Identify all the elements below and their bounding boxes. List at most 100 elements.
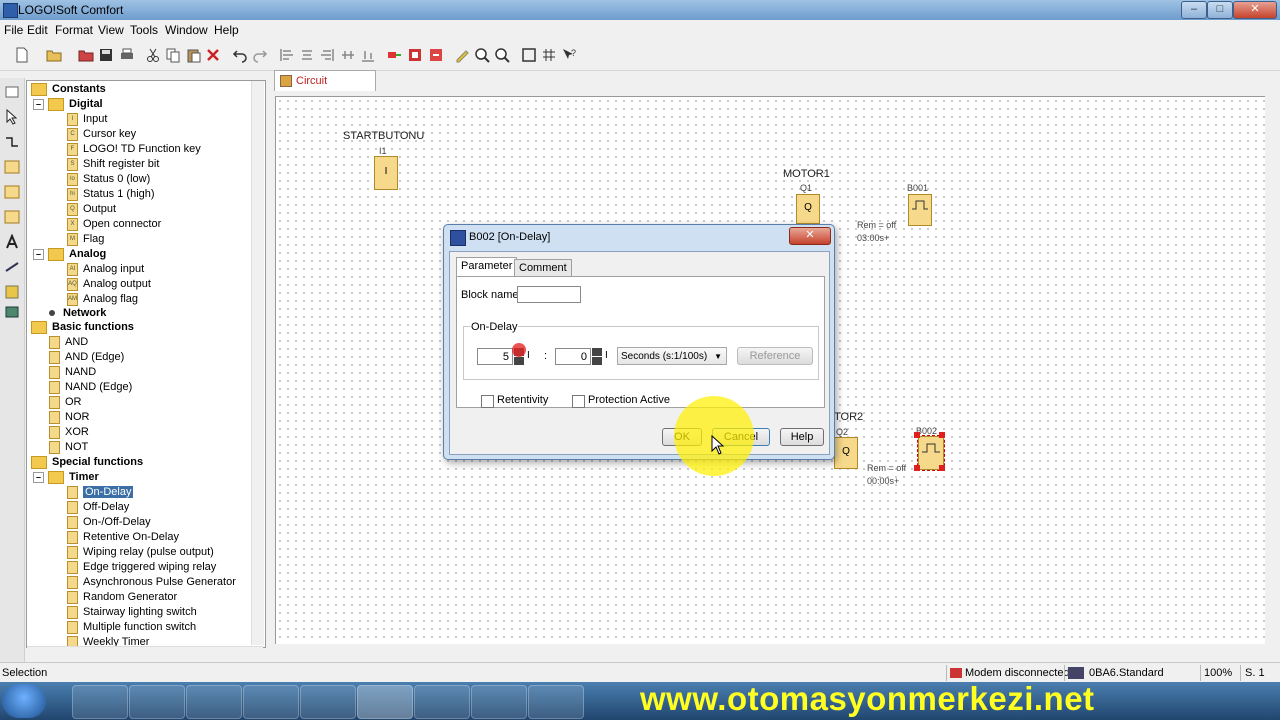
maximize-button[interactable]: □ xyxy=(1207,1,1233,19)
selection-handle[interactable] xyxy=(939,432,945,438)
cut-connector-icon[interactable] xyxy=(4,259,20,275)
menu-edit[interactable]: Edit xyxy=(27,23,48,37)
time-fraction-input[interactable]: 0 xyxy=(555,348,591,365)
tree-timer-item[interactable]: Asynchronous Pulse Generator xyxy=(67,575,236,590)
simulation-icon[interactable] xyxy=(428,47,444,63)
connector-icon[interactable] xyxy=(4,134,20,150)
tree-analog[interactable]: – Analog xyxy=(33,247,106,262)
ie-icon[interactable] xyxy=(243,685,299,719)
tree-digital-item[interactable]: X Open connector xyxy=(67,217,161,232)
protection-checkbox[interactable] xyxy=(572,395,585,408)
tree-digital-item[interactable]: M Flag xyxy=(67,232,104,247)
tree-timer-item[interactable]: Multiple function switch xyxy=(67,620,196,635)
canvas-horizontal-scrollbar[interactable] xyxy=(275,644,1278,657)
collapse-icon[interactable]: – xyxy=(33,248,44,260)
menu-view[interactable]: View xyxy=(98,23,124,37)
app2-icon[interactable] xyxy=(471,685,527,719)
tree-basic-item[interactable]: NOT xyxy=(49,440,88,455)
selection-handle[interactable] xyxy=(914,432,920,438)
retentivity-checkbox[interactable] xyxy=(481,395,494,408)
tree-basic-item[interactable]: AND (Edge) xyxy=(49,350,124,365)
tree-basic-item[interactable]: NAND (Edge) xyxy=(49,380,132,395)
input-block-i1[interactable]: I xyxy=(374,156,398,190)
fit-icon[interactable] xyxy=(521,47,537,63)
tree-basic-functions[interactable]: Basic functions xyxy=(31,320,134,335)
tree-network[interactable]: Network xyxy=(49,306,106,321)
collapse-icon[interactable]: – xyxy=(33,471,44,483)
tab-parameter[interactable]: Parameter xyxy=(456,257,518,276)
selection-handle[interactable] xyxy=(914,465,920,471)
help-icon[interactable]: ? xyxy=(561,47,577,63)
undo-icon[interactable] xyxy=(232,47,248,63)
select-arrow-icon[interactable] xyxy=(4,109,20,125)
tree-digital-item[interactable]: hi Status 1 (high) xyxy=(67,187,155,202)
cut-icon[interactable] xyxy=(145,47,161,63)
page-icon[interactable] xyxy=(4,84,20,100)
explorer-icon[interactable] xyxy=(72,685,128,719)
menu-format[interactable]: Format xyxy=(55,23,93,37)
pencil-icon[interactable] xyxy=(454,47,470,63)
align-left-icon[interactable] xyxy=(279,47,295,63)
tree-timer-item[interactable]: Stairway lighting switch xyxy=(67,605,197,620)
menu-file[interactable]: File xyxy=(4,23,23,37)
tree-basic-item[interactable]: AND xyxy=(49,335,88,350)
tree-digital-item[interactable]: C Cursor key xyxy=(67,127,136,142)
logo-soft-icon[interactable] xyxy=(357,685,413,719)
canvas-vertical-scrollbar[interactable] xyxy=(1265,96,1278,644)
tree-basic-item[interactable]: NAND xyxy=(49,365,96,380)
tree-timer-item[interactable]: Off-Delay xyxy=(67,500,129,515)
constants-icon[interactable] xyxy=(4,159,20,175)
align-top-icon[interactable] xyxy=(340,47,356,63)
on-delay-block-b001[interactable] xyxy=(908,194,932,226)
app-icon[interactable] xyxy=(414,685,470,719)
tree-special-functions[interactable]: Special functions xyxy=(31,455,143,470)
tree-basic-item[interactable]: OR xyxy=(49,395,82,410)
tree-timer-item[interactable]: On-/Off-Delay xyxy=(67,515,151,530)
tree-timer[interactable]: – Timer xyxy=(33,470,99,485)
align-right-icon[interactable] xyxy=(319,47,335,63)
tree-digital-item[interactable]: S Shift register bit xyxy=(67,157,159,172)
zoom-in-icon[interactable] xyxy=(474,47,490,63)
special-functions-icon[interactable] xyxy=(4,209,20,225)
tree-vertical-scrollbar[interactable] xyxy=(251,81,264,645)
align-center-icon[interactable] xyxy=(299,47,315,63)
tree-digital[interactable]: – Digital xyxy=(33,97,103,112)
tree-digital-item[interactable]: F LOGO! TD Function key xyxy=(67,142,201,157)
open-icon[interactable] xyxy=(46,47,62,63)
close-file-icon[interactable] xyxy=(78,47,94,63)
tree-horizontal-scrollbar[interactable] xyxy=(27,646,263,660)
collapse-icon[interactable]: – xyxy=(33,98,44,110)
chrome-icon[interactable] xyxy=(186,685,242,719)
tree-digital-item[interactable]: lo Status 0 (low) xyxy=(67,172,150,187)
copy-icon[interactable] xyxy=(165,47,181,63)
basic-functions-icon[interactable] xyxy=(4,184,20,200)
output-block-q2[interactable]: Q xyxy=(834,437,858,469)
block-name-input[interactable] xyxy=(517,286,581,303)
delete-icon[interactable] xyxy=(205,47,221,63)
tab-comment[interactable]: Comment xyxy=(514,259,572,276)
selection-handle[interactable] xyxy=(939,465,945,471)
tree-basic-item[interactable]: XOR xyxy=(49,425,89,440)
menu-tools[interactable]: Tools xyxy=(130,23,158,37)
print-icon[interactable] xyxy=(119,47,135,63)
tree-digital-item[interactable]: Q Output xyxy=(67,202,116,217)
time-value-input[interactable]: 5 xyxy=(477,348,513,365)
save-icon[interactable] xyxy=(98,47,114,63)
help-button[interactable]: Help xyxy=(780,428,824,446)
tree-basic-item[interactable]: NOR xyxy=(49,410,89,425)
tree-timer-item[interactable]: On-Delay xyxy=(67,485,134,500)
close-window-button[interactable]: ✕ xyxy=(1233,1,1277,19)
excel-icon[interactable] xyxy=(300,685,356,719)
app3-icon[interactable] xyxy=(528,685,584,719)
align-bottom-icon[interactable] xyxy=(360,47,376,63)
tab-circuit-diagram[interactable]: Circuit Diagram7 xyxy=(274,70,376,107)
grid-icon[interactable] xyxy=(541,47,557,63)
firefox-icon[interactable] xyxy=(129,685,185,719)
tree-constants[interactable]: Constants xyxy=(31,82,106,97)
tree-digital-item[interactable]: I Input xyxy=(67,112,107,127)
tree-timer-item[interactable]: Wiping relay (pulse output) xyxy=(67,545,214,560)
menu-window[interactable]: Window xyxy=(165,23,208,37)
tree-analog-item[interactable]: AI Analog input xyxy=(67,262,144,277)
dialog-close-button[interactable]: ✕ xyxy=(789,227,831,245)
minimize-button[interactable]: – xyxy=(1181,1,1207,19)
